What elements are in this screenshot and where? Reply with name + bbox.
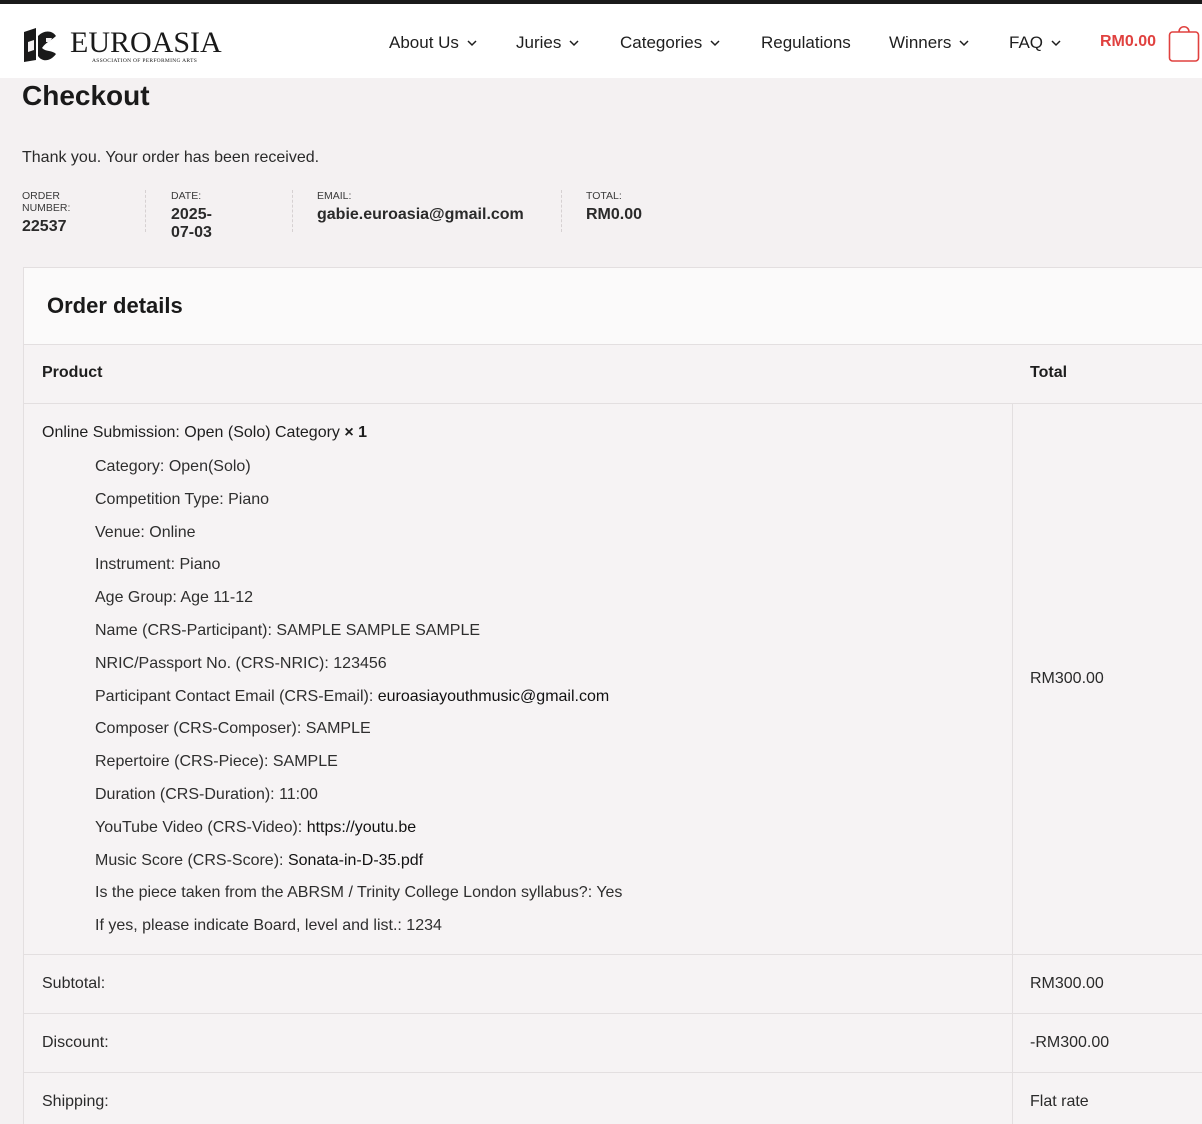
overview-divider [292, 190, 293, 232]
nav-categories[interactable]: Categories [620, 33, 720, 53]
discount-row: Discount: -RM300.00 [24, 1014, 1202, 1073]
meta-item: If yes, please indicate Board, level and… [95, 917, 442, 935]
nav-about-us[interactable]: About Us [389, 33, 477, 53]
meta-item: Age Group: Age 11-12 [95, 589, 254, 607]
order-details-title: Order details [47, 293, 183, 318]
product-name[interactable]: Online Submission: Open (Solo) Category … [42, 424, 367, 442]
chevron-down-icon [959, 39, 969, 46]
cart-total[interactable]: RM0.00 [1100, 33, 1156, 51]
product-quantity: × 1 [344, 424, 368, 441]
overview-date: DATE: 2025-07-03 [171, 190, 212, 241]
meta-item: Duration (CRS-Duration): 11:00 [95, 785, 318, 803]
meta-item: Music Score (CRS-Score): Sonata-in-D-35.… [95, 851, 424, 869]
subtotal-value: RM300.00 [1030, 975, 1104, 992]
subtotal-label: Subtotal: [42, 975, 106, 992]
shopping-bag-icon[interactable] [1168, 21, 1200, 63]
logo-wordmark: EUROASIA [70, 26, 222, 59]
page-title: Checkout [22, 80, 150, 111]
logo-mark-icon [24, 28, 56, 62]
meta-item: Is the piece taken from the ABRSM / Trin… [95, 884, 623, 902]
meta-item: Category: Open(Solo) [95, 458, 251, 475]
meta-item: Composer (CRS-Composer): SAMPLE [95, 720, 371, 738]
shipping-label: Shipping: [42, 1093, 109, 1110]
shipping-row: Shipping: Flat rate [24, 1073, 1202, 1124]
overview-total: TOTAL: RM0.00 [586, 190, 643, 223]
meta-item: Competition Type: Piano [95, 490, 270, 508]
table-row: Online Submission: Open (Solo) Category … [24, 404, 1202, 955]
site-logo[interactable]: EUROASIA ASSOCIATION OF PERFORMING ARTS [22, 26, 222, 65]
discount-value: -RM300.00 [1030, 1034, 1110, 1051]
nav-juries[interactable]: Juries [516, 33, 579, 53]
meta-item: Participant Contact Email (CRS-Email): e… [95, 687, 610, 705]
chevron-down-icon [1051, 39, 1061, 46]
column-header-product: Product [42, 364, 103, 381]
video-link[interactable]: https://youtu.be [307, 819, 416, 836]
meta-item: Repertoire (CRS-Piece): SAMPLE [95, 753, 338, 771]
discount-label: Discount: [42, 1034, 109, 1051]
order-received-notice: Thank you. Your order has been received. [22, 149, 320, 166]
score-file-link[interactable]: Sonata-in-D-35.pdf [288, 852, 423, 869]
order-details: Order details Product Total Online Submi… [23, 267, 1202, 1124]
product-meta-list: Category: Open(Solo) Competition Type: P… [95, 457, 622, 949]
meta-item: YouTube Video (CRS-Video): https://youtu… [95, 818, 417, 836]
chevron-down-icon [467, 39, 477, 46]
overview-email: EMAIL: gabie.euroasia@gmail.com [317, 190, 524, 223]
product-total: RM300.00 [1030, 670, 1104, 687]
meta-item: NRIC/Passport No. (CRS-NRIC): 123456 [95, 654, 387, 672]
site-header: EUROASIA ASSOCIATION OF PERFORMING ARTS … [0, 4, 1202, 78]
overview-order-number: ORDER NUMBER: 22537 [22, 190, 71, 235]
nav-winners[interactable]: Winners [889, 33, 969, 53]
table-header-row: Product Total [24, 345, 1202, 404]
chevron-down-icon [569, 39, 579, 46]
column-header-total: Total [1030, 364, 1068, 381]
chevron-down-icon [710, 39, 720, 46]
overview-divider [145, 190, 146, 232]
meta-item: Instrument: Piano [95, 556, 221, 574]
meta-item: Name (CRS-Participant): SAMPLE SAMPLE SA… [95, 621, 481, 639]
shipping-value: Flat rate [1030, 1093, 1089, 1110]
overview-divider [561, 190, 562, 232]
meta-item: Venue: Online [95, 523, 196, 541]
subtotal-row: Subtotal: RM300.00 [24, 955, 1202, 1014]
nav-faq[interactable]: FAQ [1009, 33, 1061, 53]
logo-subtitle: ASSOCIATION OF PERFORMING ARTS [92, 58, 198, 64]
nav-regulations[interactable]: Regulations [761, 33, 851, 53]
order-details-header: Order details [24, 268, 1202, 345]
